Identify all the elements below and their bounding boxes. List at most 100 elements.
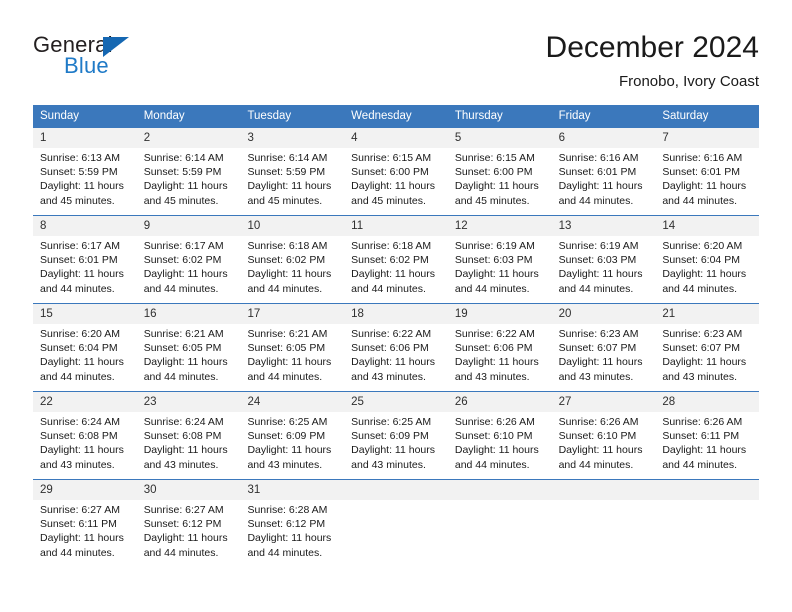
- day-cell[interactable]: Sunrise: 6:14 AM Sunset: 5:59 PM Dayligh…: [137, 148, 241, 214]
- day-cell[interactable]: Sunrise: 6:21 AM Sunset: 6:05 PM Dayligh…: [137, 324, 241, 390]
- day-number[interactable]: 1: [33, 128, 137, 148]
- day-cell[interactable]: Sunrise: 6:27 AM Sunset: 6:11 PM Dayligh…: [33, 500, 137, 566]
- day-cell[interactable]: Sunrise: 6:26 AM Sunset: 6:10 PM Dayligh…: [448, 412, 552, 478]
- day-cell[interactable]: Sunrise: 6:20 AM Sunset: 6:04 PM Dayligh…: [33, 324, 137, 390]
- day-cell[interactable]: Sunrise: 6:28 AM Sunset: 6:12 PM Dayligh…: [240, 500, 344, 566]
- day-cell[interactable]: Sunrise: 6:25 AM Sunset: 6:09 PM Dayligh…: [240, 412, 344, 478]
- day-number[interactable]: 29: [33, 480, 137, 500]
- day-cell[interactable]: Sunrise: 6:18 AM Sunset: 6:02 PM Dayligh…: [240, 236, 344, 302]
- sunrise-text: Sunrise: 6:16 AM: [662, 152, 743, 164]
- day-cell[interactable]: Sunrise: 6:24 AM Sunset: 6:08 PM Dayligh…: [137, 412, 241, 478]
- daylight-text: Daylight: 11 hours: [351, 356, 436, 369]
- day-number[interactable]: 5: [448, 128, 552, 148]
- day-cell[interactable]: Sunrise: 6:25 AM Sunset: 6:09 PM Dayligh…: [344, 412, 448, 478]
- week-row: 1 2 3 4 5 6 7 Sunrise: 6:13 AM Sunset: 5…: [33, 128, 759, 214]
- day-cell[interactable]: Sunrise: 6:17 AM Sunset: 6:02 PM Dayligh…: [137, 236, 241, 302]
- daylight-text-cont: and 44 minutes.: [247, 546, 323, 559]
- day-number[interactable]: 30: [137, 480, 241, 500]
- day-number[interactable]: 16: [137, 304, 241, 324]
- sunset-text: Sunset: 6:07 PM: [558, 342, 637, 355]
- day-number[interactable]: 6: [552, 128, 656, 148]
- sunset-text: Sunset: 6:02 PM: [247, 254, 326, 267]
- day-cell[interactable]: Sunrise: 6:19 AM Sunset: 6:03 PM Dayligh…: [552, 236, 656, 302]
- sunrise-text: Sunrise: 6:21 AM: [247, 328, 328, 340]
- day-number[interactable]: 24: [240, 392, 344, 412]
- daylight-text: Daylight: 11 hours: [558, 268, 643, 281]
- sunset-text: Sunset: 6:04 PM: [40, 342, 118, 355]
- daylight-text-cont: and 44 minutes.: [40, 282, 115, 295]
- day-number[interactable]: 2: [137, 128, 241, 148]
- sunset-text: Sunset: 6:01 PM: [662, 166, 740, 179]
- day-cell[interactable]: Sunrise: 6:22 AM Sunset: 6:06 PM Dayligh…: [344, 324, 448, 390]
- daylight-text-cont: and 44 minutes.: [558, 282, 634, 295]
- day-cell[interactable]: Sunrise: 6:22 AM Sunset: 6:06 PM Dayligh…: [448, 324, 552, 390]
- day-cell[interactable]: Sunrise: 6:18 AM Sunset: 6:02 PM Dayligh…: [344, 236, 448, 302]
- day-cell[interactable]: Sunrise: 6:16 AM Sunset: 6:01 PM Dayligh…: [655, 148, 759, 214]
- day-number[interactable]: 21: [655, 304, 759, 324]
- day-cell[interactable]: Sunrise: 6:24 AM Sunset: 6:08 PM Dayligh…: [33, 412, 137, 478]
- day-number[interactable]: 23: [137, 392, 241, 412]
- day-number[interactable]: 22: [33, 392, 137, 412]
- day-cell[interactable]: Sunrise: 6:27 AM Sunset: 6:12 PM Dayligh…: [137, 500, 241, 566]
- day-cell[interactable]: Sunrise: 6:14 AM Sunset: 5:59 PM Dayligh…: [240, 148, 344, 214]
- week-row: 8 9 10 11 12 13 14 Sunrise: 6:17 AM Suns…: [33, 214, 759, 302]
- daylight-text-cont: and 44 minutes.: [143, 282, 219, 295]
- day-cell[interactable]: Sunrise: 6:23 AM Sunset: 6:07 PM Dayligh…: [655, 324, 759, 390]
- sunset-text: Sunset: 6:10 PM: [558, 430, 637, 443]
- day-number[interactable]: 13: [552, 216, 656, 236]
- day-number[interactable]: 19: [448, 304, 552, 324]
- day-detail-row: Sunrise: 6:24 AM Sunset: 6:08 PM Dayligh…: [33, 412, 759, 478]
- day-cell[interactable]: Sunrise: 6:17 AM Sunset: 6:01 PM Dayligh…: [33, 236, 137, 302]
- day-cell[interactable]: Sunrise: 6:26 AM Sunset: 6:10 PM Dayligh…: [552, 412, 656, 478]
- sunrise-text: Sunrise: 6:23 AM: [558, 328, 639, 340]
- day-cell[interactable]: Sunrise: 6:20 AM Sunset: 6:04 PM Dayligh…: [655, 236, 759, 302]
- sunset-text: Sunset: 6:06 PM: [454, 342, 533, 355]
- day-detail-row: Sunrise: 6:20 AM Sunset: 6:04 PM Dayligh…: [33, 324, 759, 390]
- day-cell[interactable]: Sunrise: 6:15 AM Sunset: 6:00 PM Dayligh…: [344, 148, 448, 214]
- sunrise-text: Sunrise: 6:23 AM: [662, 328, 743, 340]
- day-cell[interactable]: Sunrise: 6:16 AM Sunset: 6:01 PM Dayligh…: [552, 148, 656, 214]
- daylight-text-cont: and 45 minutes.: [143, 194, 219, 207]
- day-number[interactable]: 8: [33, 216, 137, 236]
- day-number[interactable]: 27: [552, 392, 656, 412]
- day-number[interactable]: 11: [344, 216, 448, 236]
- day-number[interactable]: 28: [655, 392, 759, 412]
- day-number[interactable]: 12: [448, 216, 552, 236]
- sunrise-text: Sunrise: 6:26 AM: [662, 416, 743, 428]
- day-cell[interactable]: Sunrise: 6:13 AM Sunset: 5:59 PM Dayligh…: [33, 148, 137, 214]
- day-number-row: 1 2 3 4 5 6 7: [33, 128, 759, 148]
- daylight-text-cont: and 43 minutes.: [558, 370, 634, 383]
- day-number[interactable]: 10: [240, 216, 344, 236]
- day-number[interactable]: 26: [448, 392, 552, 412]
- day-number[interactable]: 14: [655, 216, 759, 236]
- day-number[interactable]: 7: [655, 128, 759, 148]
- sunrise-text: Sunrise: 6:22 AM: [454, 328, 535, 340]
- day-cell-empty: [344, 500, 448, 566]
- day-number[interactable]: 3: [240, 128, 344, 148]
- sunset-text: Sunset: 6:01 PM: [40, 254, 118, 267]
- day-number[interactable]: 31: [240, 480, 344, 500]
- sunrise-text: Sunrise: 6:18 AM: [247, 240, 328, 252]
- day-number[interactable]: 15: [33, 304, 137, 324]
- sunset-text: Sunset: 6:12 PM: [247, 518, 326, 531]
- day-cell[interactable]: Sunrise: 6:15 AM Sunset: 6:00 PM Dayligh…: [448, 148, 552, 214]
- sunset-text: Sunset: 6:03 PM: [558, 254, 637, 267]
- day-number[interactable]: 25: [344, 392, 448, 412]
- day-number[interactable]: 4: [344, 128, 448, 148]
- day-number[interactable]: 9: [137, 216, 241, 236]
- day-cell[interactable]: Sunrise: 6:19 AM Sunset: 6:03 PM Dayligh…: [448, 236, 552, 302]
- day-cell[interactable]: Sunrise: 6:26 AM Sunset: 6:11 PM Dayligh…: [655, 412, 759, 478]
- sunset-text: Sunset: 6:09 PM: [247, 430, 326, 443]
- sunset-text: Sunset: 6:09 PM: [351, 430, 429, 443]
- weekday-header-wednesday: Wednesday: [351, 110, 412, 122]
- sunrise-text: Sunrise: 6:13 AM: [40, 152, 120, 164]
- day-number[interactable]: 20: [552, 304, 656, 324]
- day-number[interactable]: 17: [240, 304, 344, 324]
- sunset-text: Sunset: 6:02 PM: [143, 254, 222, 267]
- day-number[interactable]: 18: [344, 304, 448, 324]
- sunrise-text: Sunrise: 6:19 AM: [558, 240, 639, 252]
- logo-text-blue: Blue: [64, 53, 109, 78]
- day-cell[interactable]: Sunrise: 6:21 AM Sunset: 6:05 PM Dayligh…: [240, 324, 344, 390]
- day-cell[interactable]: Sunrise: 6:23 AM Sunset: 6:07 PM Dayligh…: [552, 324, 656, 390]
- daylight-text: Daylight: 11 hours: [40, 180, 124, 193]
